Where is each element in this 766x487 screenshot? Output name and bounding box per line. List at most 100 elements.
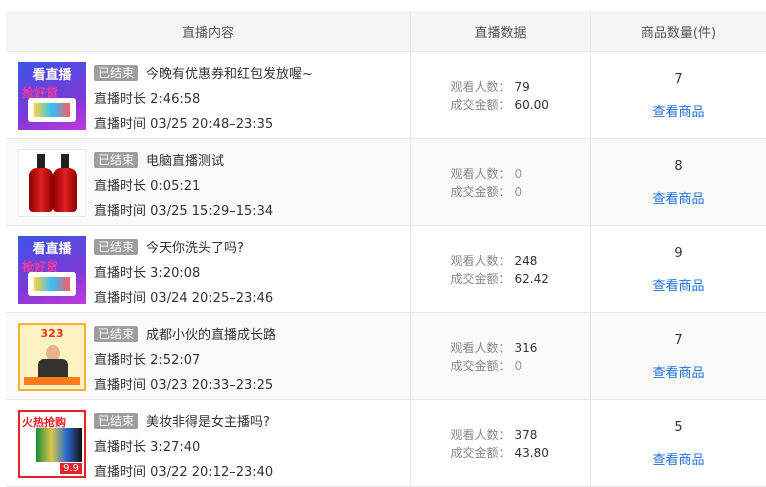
time-label: 直播时间 <box>94 117 147 132</box>
table-row: 已结束 电脑直播测试 直播时长 0:05:21 直播时间 03/25 15:29–… <box>6 139 766 226</box>
viewers-value: 378 <box>514 428 538 442</box>
time-value: 03/23 20:33–23:25 <box>150 378 274 393</box>
viewers-value: 0 <box>514 167 523 181</box>
product-count-cell: 7 查看商品 <box>591 313 766 399</box>
thumbnail-products <box>36 428 82 462</box>
duration-label: 直播时长 <box>94 179 147 194</box>
viewers-label: 观看人数： <box>450 428 511 442</box>
product-count: 7 <box>674 333 683 348</box>
live-promo-thumbnail[interactable]: 看直播 抢好货 <box>18 236 86 304</box>
duration-value: 0:05:21 <box>150 179 201 194</box>
live-title: 电脑直播测试 <box>146 154 225 169</box>
live-info: 已结束 今晚有优惠券和红包发放喔~ 直播时长 2:46:58 直播时间 03/25… <box>94 62 313 137</box>
viewers-label: 观看人数： <box>450 167 511 181</box>
time-label: 直播时间 <box>94 378 147 393</box>
time-value: 03/25 20:48–23:35 <box>150 117 274 132</box>
time-label: 直播时间 <box>94 291 147 306</box>
live-records-table: 直播内容 直播数据 商品数量(件) 看直播 抢好货 已结束 今晚有优惠券和红包发放… <box>6 11 766 487</box>
live-content-cell: 已结束 电脑直播测试 直播时长 0:05:21 直播时间 03/25 15:29–… <box>6 139 411 225</box>
viewers-value: 248 <box>514 254 538 268</box>
live-promo-thumbnail[interactable]: 看直播 抢好货 <box>18 62 86 130</box>
product-count-cell: 9 查看商品 <box>591 226 766 312</box>
thumbnail-title: 323 <box>40 327 64 340</box>
live-title: 成都小伙的直播成长路 <box>146 328 277 343</box>
view-products-link[interactable]: 查看商品 <box>591 275 766 294</box>
person-body <box>38 359 68 377</box>
viewers-label: 观看人数： <box>450 80 511 94</box>
status-badge: 已结束 <box>94 326 139 342</box>
duration-value: 3:20:08 <box>150 266 201 281</box>
time-value: 03/22 20:12–23:40 <box>150 465 274 480</box>
live-info: 已结束 美妆非得是女主播吗? 直播时长 3:27:40 直播时间 03/22 20… <box>94 410 273 485</box>
time-value: 03/24 20:25–23:46 <box>150 291 274 306</box>
live-data-cell: 观看人数： 79 成交金额： 60.00 <box>411 52 591 138</box>
time-value: 03/25 15:29–15:34 <box>150 204 274 219</box>
viewers-value: 316 <box>514 341 538 355</box>
amount-value: 62.42 <box>514 272 549 286</box>
live-content-cell: 火热抢购 9.9 已结束 美妆非得是女主播吗? 直播时长 3:27:40 直播时间… <box>6 400 411 486</box>
product-count-cell: 8 查看商品 <box>591 139 766 225</box>
view-products-link[interactable]: 查看商品 <box>591 101 766 120</box>
table-header: 直播内容 直播数据 商品数量(件) <box>6 11 766 52</box>
thumbnail-title: 看直播 <box>32 68 72 83</box>
header-live-data: 直播数据 <box>411 11 591 51</box>
bottle-shape <box>29 154 53 212</box>
viewers-label: 观看人数： <box>450 254 511 268</box>
time-label: 直播时间 <box>94 204 147 219</box>
live-data-cell: 观看人数： 248 成交金额： 62.42 <box>411 226 591 312</box>
live-info: 已结束 今天你洗头了吗? 直播时长 3:20:08 直播时间 03/24 20:2… <box>94 236 273 311</box>
status-badge: 已结束 <box>94 152 139 168</box>
live-info: 已结束 电脑直播测试 直播时长 0:05:21 直播时间 03/25 15:29–… <box>94 149 273 224</box>
viewers-value: 79 <box>514 80 530 94</box>
live-title: 今天你洗头了吗? <box>146 241 244 256</box>
amount-value: 0 <box>514 185 523 199</box>
product-count-cell: 7 查看商品 <box>591 52 766 138</box>
amount-value: 60.00 <box>514 98 549 112</box>
duration-label: 直播时长 <box>94 353 147 368</box>
thumbnail-products <box>28 272 76 296</box>
live-info: 已结束 成都小伙的直播成长路 直播时长 2:52:07 直播时间 03/23 20… <box>94 323 276 398</box>
amount-label: 成交金额： <box>450 98 511 112</box>
amount-label: 成交金额： <box>450 446 511 460</box>
table-row: 323 已结束 成都小伙的直播成长路 直播时长 2:52:07 直播时间 03/2… <box>6 313 766 400</box>
thumbnail-price: 9.9 <box>60 463 82 474</box>
thumbnail-products <box>28 98 76 122</box>
product-count: 8 <box>674 159 683 174</box>
amount-label: 成交金额： <box>450 272 511 286</box>
time-label: 直播时间 <box>94 465 147 480</box>
view-products-link[interactable]: 查看商品 <box>591 188 766 207</box>
live-title: 美妆非得是女主播吗? <box>146 415 270 430</box>
table-row: 火热抢购 9.9 已结束 美妆非得是女主播吗? 直播时长 3:27:40 直播时间… <box>6 400 766 487</box>
duration-label: 直播时长 <box>94 266 147 281</box>
duration-label: 直播时长 <box>94 92 147 107</box>
streamer-promo-thumbnail[interactable]: 323 <box>18 323 86 391</box>
live-data-cell: 观看人数： 316 成交金额： 0 <box>411 313 591 399</box>
hot-sale-thumbnail[interactable]: 火热抢购 9.9 <box>18 410 86 478</box>
thumbnail-banner <box>24 377 80 385</box>
view-products-link[interactable]: 查看商品 <box>591 449 766 468</box>
live-title: 今晚有优惠券和红包发放喔~ <box>146 67 313 82</box>
table-row: 看直播 抢好货 已结束 今天你洗头了吗? 直播时长 3:20:08 直播时间 03… <box>6 226 766 313</box>
status-badge: 已结束 <box>94 413 139 429</box>
duration-value: 2:52:07 <box>150 353 201 368</box>
table-row: 看直播 抢好货 已结束 今晚有优惠券和红包发放喔~ 直播时长 2:46:58 直播… <box>6 52 766 139</box>
header-product-count: 商品数量(件) <box>640 25 717 41</box>
view-products-link[interactable]: 查看商品 <box>591 362 766 381</box>
live-data-cell: 观看人数： 0 成交金额： 0 <box>411 139 591 225</box>
product-count-cell: 5 查看商品 <box>591 400 766 486</box>
duration-value: 3:27:40 <box>150 440 201 455</box>
viewers-label: 观看人数： <box>450 341 511 355</box>
duration-label: 直播时长 <box>94 440 147 455</box>
status-badge: 已结束 <box>94 65 139 81</box>
live-data-cell: 观看人数： 378 成交金额： 43.80 <box>411 400 591 486</box>
shampoo-bottles-thumbnail[interactable] <box>18 149 86 217</box>
live-content-cell: 看直播 抢好货 已结束 今晚有优惠券和红包发放喔~ 直播时长 2:46:58 直播… <box>6 52 411 138</box>
amount-value: 43.80 <box>514 446 549 460</box>
live-content-cell: 323 已结束 成都小伙的直播成长路 直播时长 2:52:07 直播时间 03/2… <box>6 313 411 399</box>
status-badge: 已结束 <box>94 239 139 255</box>
duration-value: 2:46:58 <box>150 92 201 107</box>
amount-value: 0 <box>514 359 523 373</box>
header-live-content: 直播内容 <box>6 11 411 51</box>
amount-label: 成交金额： <box>450 185 511 199</box>
product-count: 5 <box>674 420 683 435</box>
